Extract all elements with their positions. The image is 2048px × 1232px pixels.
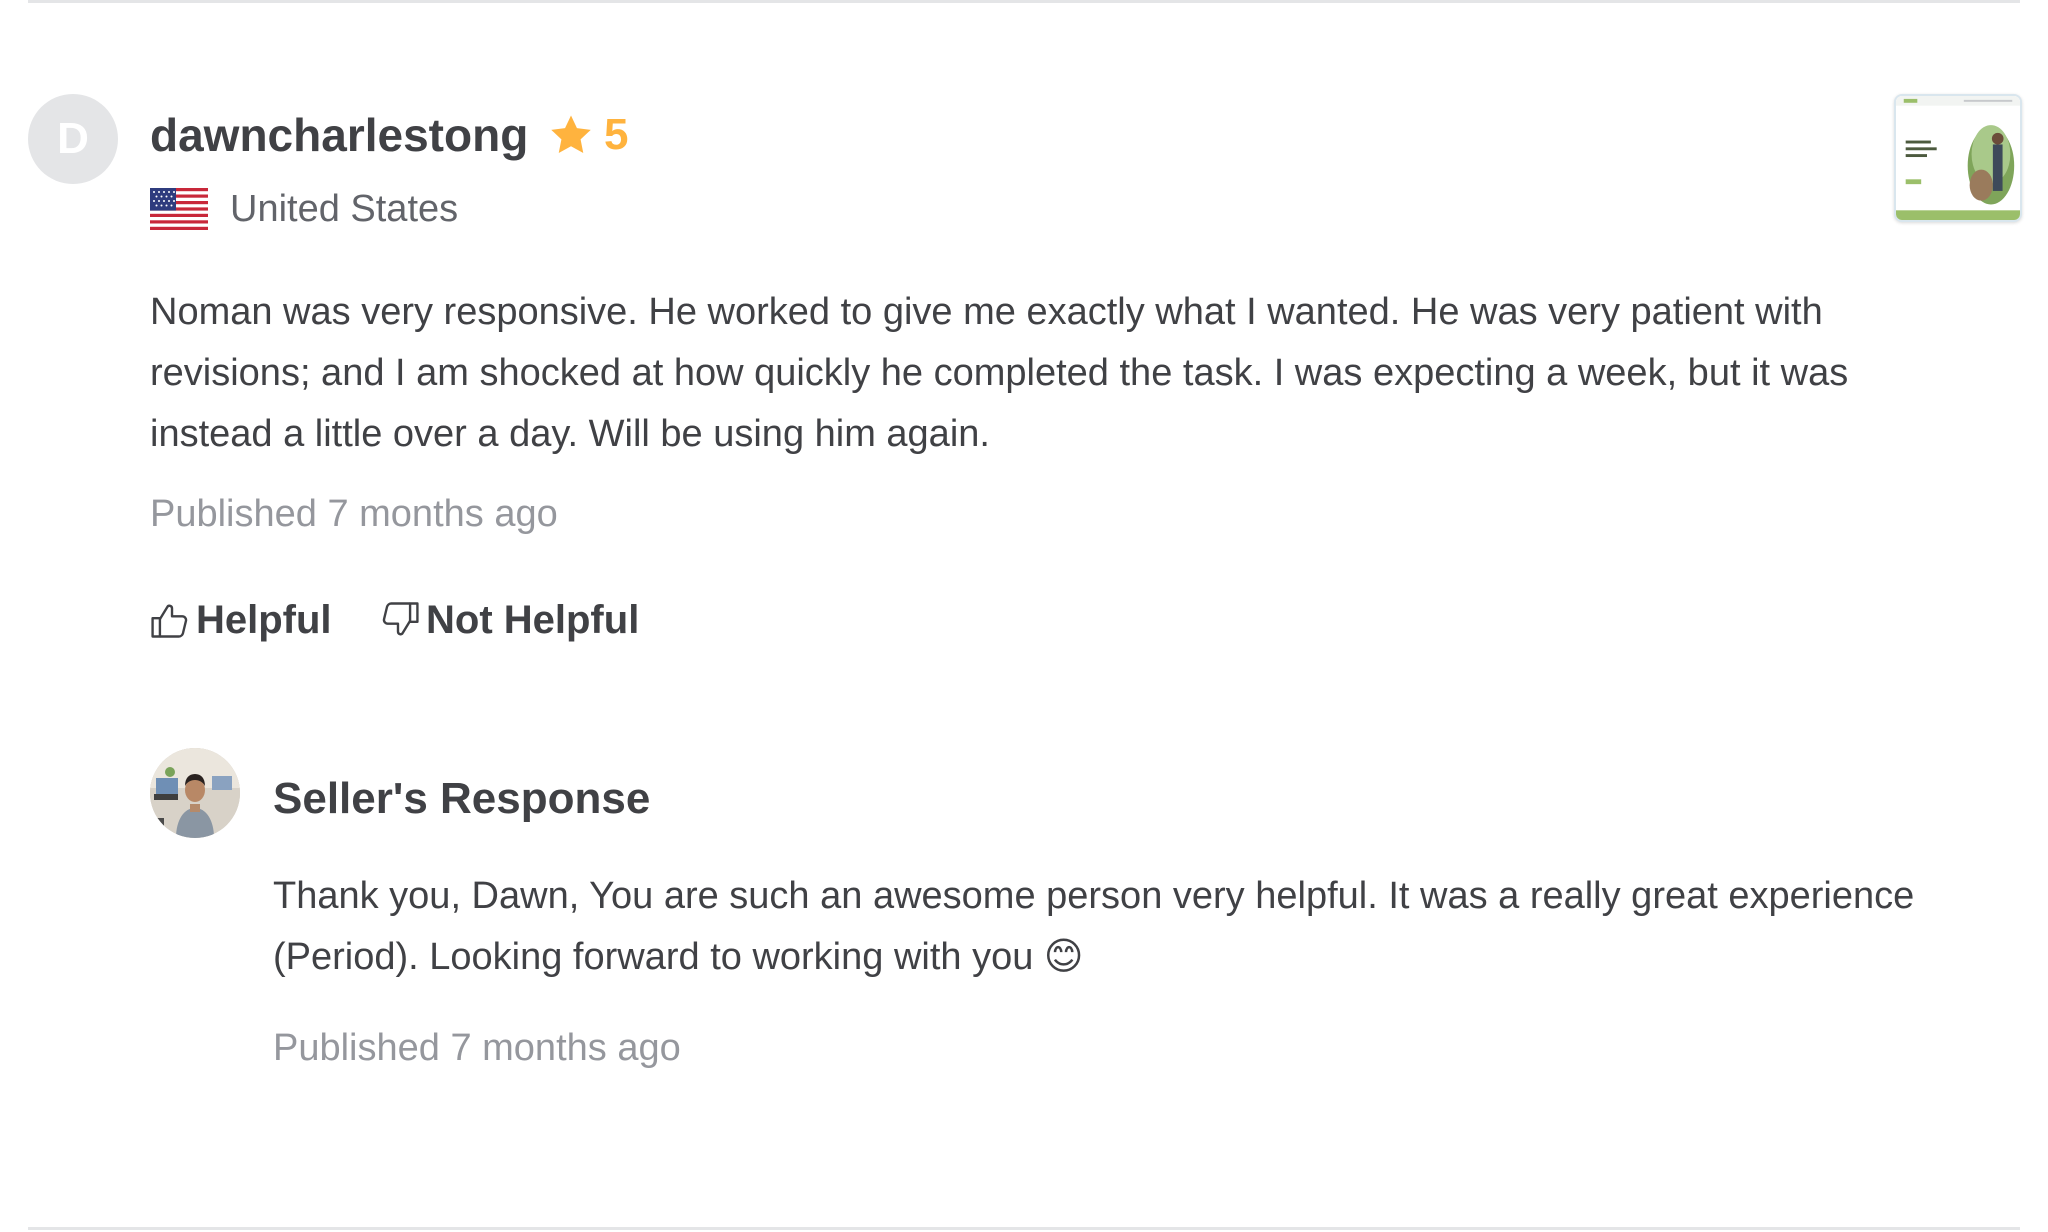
helpful-button[interactable]: Helpful (148, 594, 332, 646)
seller-response-published-date: Published 7 months ago (273, 1027, 681, 1069)
helpful-label: Helpful (196, 597, 332, 642)
review-text: Noman was very responsive. He worked to … (150, 291, 1849, 455)
seller-response-text: Thank you, Dawn, You are such an awesome… (273, 875, 1915, 978)
website-preview-image (1896, 96, 2020, 220)
seller-response-title: Seller's Response (273, 774, 651, 823)
bottom-divider (28, 1227, 2020, 1230)
reviewer-avatar: D (28, 94, 118, 184)
reviewer-country: United States (150, 184, 458, 234)
us-flag-icon (150, 188, 208, 230)
thumbs-up-icon (151, 604, 188, 638)
review-card: D dawncharlestong 5 United States Noman … (0, 0, 2048, 1232)
reviewer-username: dawncharlestong (150, 109, 529, 161)
rating-value: 5 (604, 110, 629, 159)
country-name: United States (230, 187, 459, 230)
not-helpful-label: Not Helpful (426, 597, 640, 642)
not-helpful-button[interactable]: Not Helpful (378, 594, 639, 646)
thumbs-down-icon (382, 602, 419, 636)
review-published-date: Published 7 months ago (150, 493, 558, 535)
star-icon (551, 115, 591, 154)
review-rating: 5 (548, 108, 628, 162)
review-work-thumbnail[interactable] (1894, 94, 2022, 222)
seller-profile-photo (150, 748, 240, 838)
seller-avatar (150, 748, 240, 838)
